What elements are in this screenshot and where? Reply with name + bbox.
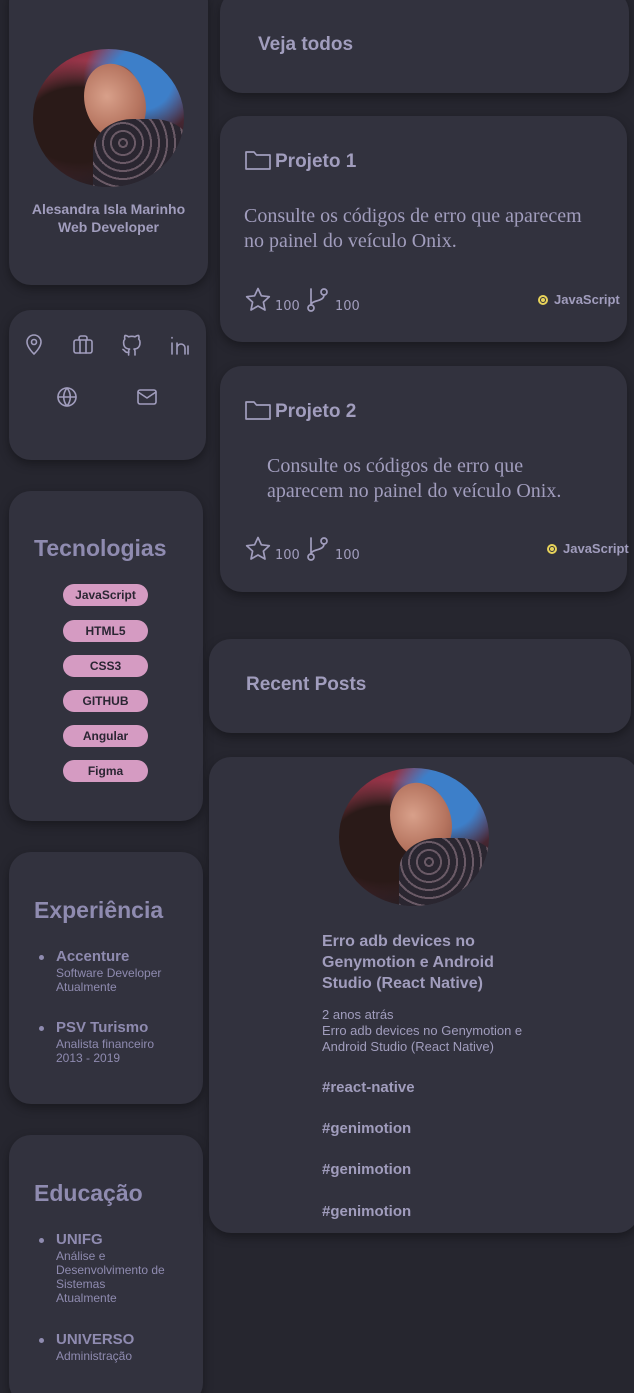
experience-item: PSV Turismo Analista financeiro 2013 - 2… (39, 1019, 189, 1065)
technologies-card: Tecnologias JavaScript HTML5 CSS3 GITHUB… (9, 491, 203, 821)
stars-count: 100 (275, 548, 300, 563)
post-time: 2 anos atrás (322, 1007, 394, 1022)
briefcase-icon[interactable] (71, 333, 95, 357)
post-meta: 2 anos atrás Erro adb devices no Genymot… (322, 1007, 552, 1055)
linkedin-icon[interactable] (168, 333, 192, 357)
tech-tag: GITHUB (63, 690, 148, 712)
git-branch-icon (307, 537, 328, 561)
folder-icon (245, 151, 271, 170)
location-icon[interactable] (22, 333, 46, 357)
education-detail: Atualmente (56, 1291, 117, 1305)
project-name: Projeto 2 (275, 401, 357, 422)
experience-detail: Atualmente (56, 980, 117, 994)
experience-title: Experiência (34, 897, 164, 923)
project-language: JavaScript (547, 541, 629, 556)
project-forks: 100 (304, 535, 360, 563)
education-detail: Desenvolvimento de (56, 1263, 165, 1277)
post-excerpt: Erro adb devices no Genymotion e (322, 1023, 523, 1038)
post-hashtag[interactable]: #react-native (322, 1079, 415, 1096)
project-forks: 100 (304, 286, 360, 314)
recent-posts-header-card: Recent Posts (209, 639, 631, 733)
profile-card: Alesandra Isla Marinho Web Developer (9, 0, 208, 285)
post-hashtag[interactable]: #genimotion (322, 1120, 411, 1137)
experience-detail: Analista financeiro (56, 1037, 155, 1051)
language-dot-icon (538, 294, 548, 305)
project-description: Consulte os códigos de erro que aparecem… (267, 455, 562, 502)
github-icon[interactable] (120, 333, 144, 357)
language-dot-icon (547, 543, 557, 554)
project-name: Projeto 1 (275, 151, 357, 172)
social-links-card (9, 310, 206, 460)
project-language: JavaScript (538, 292, 620, 307)
profile-role: Web Developer (58, 219, 159, 235)
post-hashtag[interactable]: #genimotion (322, 1203, 411, 1220)
project-stars: 100 (244, 286, 300, 314)
see-all-card[interactable]: Veja todos (220, 0, 629, 93)
post-avatar (339, 768, 489, 906)
tech-tag: Angular (63, 725, 148, 747)
post-excerpt: Android Studio (React Native) (322, 1039, 494, 1054)
education-school: UNIFG (56, 1231, 103, 1248)
forks-count: 100 (335, 548, 360, 563)
project-card[interactable]: Projeto 2 Consulte os códigos de erro qu… (220, 366, 629, 592)
star-icon (245, 287, 271, 311)
education-item: UNIVERSO Administração (39, 1331, 189, 1363)
forks-count: 100 (335, 299, 360, 314)
experience-company: PSV Turismo (56, 1019, 149, 1036)
star-icon (245, 536, 271, 560)
post-card[interactable]: Erro adb devices no Genymotion e Android… (209, 757, 634, 1233)
education-detail: Análise e (56, 1249, 106, 1263)
experience-detail: 2013 - 2019 (56, 1051, 121, 1065)
education-card: Educação UNIFG Análise e Desenvolvimento… (9, 1135, 203, 1393)
project-description: Consulte os códigos de erro que aparecem… (244, 205, 582, 252)
tech-tag: Figma (63, 760, 148, 782)
post-title[interactable]: Erro adb devices no Genymotion e Android… (322, 931, 532, 994)
see-all-link[interactable]: Veja todos (258, 34, 353, 56)
experience-detail: Software Developer (56, 966, 162, 980)
tech-tag: JavaScript (63, 584, 148, 606)
avatar (33, 49, 184, 187)
education-detail: Sistemas (56, 1277, 106, 1291)
project-stars: 100 (244, 535, 300, 563)
education-title: Educação (34, 1180, 143, 1206)
folder-icon (245, 401, 271, 420)
git-branch-icon (307, 288, 328, 312)
experience-card: Experiência Accenture Software Developer… (9, 852, 203, 1104)
education-item: UNIFG Análise e Desenvolvimento de Siste… (39, 1231, 189, 1305)
tech-tag: CSS3 (63, 655, 148, 677)
experience-company: Accenture (56, 948, 130, 965)
globe-icon[interactable] (55, 385, 79, 409)
tech-tag: HTML5 (63, 620, 148, 642)
mail-icon[interactable] (135, 385, 159, 409)
recent-posts-title: Recent Posts (246, 674, 367, 695)
technologies-title: Tecnologias (34, 535, 167, 561)
post-hashtag[interactable]: #genimotion (322, 1161, 411, 1178)
project-card[interactable]: Projeto 1 Consulte os códigos de erro qu… (220, 116, 627, 342)
profile-name: Alesandra Isla Marinho (31, 201, 186, 217)
education-detail: Administração (56, 1349, 133, 1363)
stars-count: 100 (275, 299, 300, 314)
experience-item: Accenture Software Developer Atualmente (39, 948, 189, 994)
education-school: UNIVERSO (56, 1331, 135, 1348)
